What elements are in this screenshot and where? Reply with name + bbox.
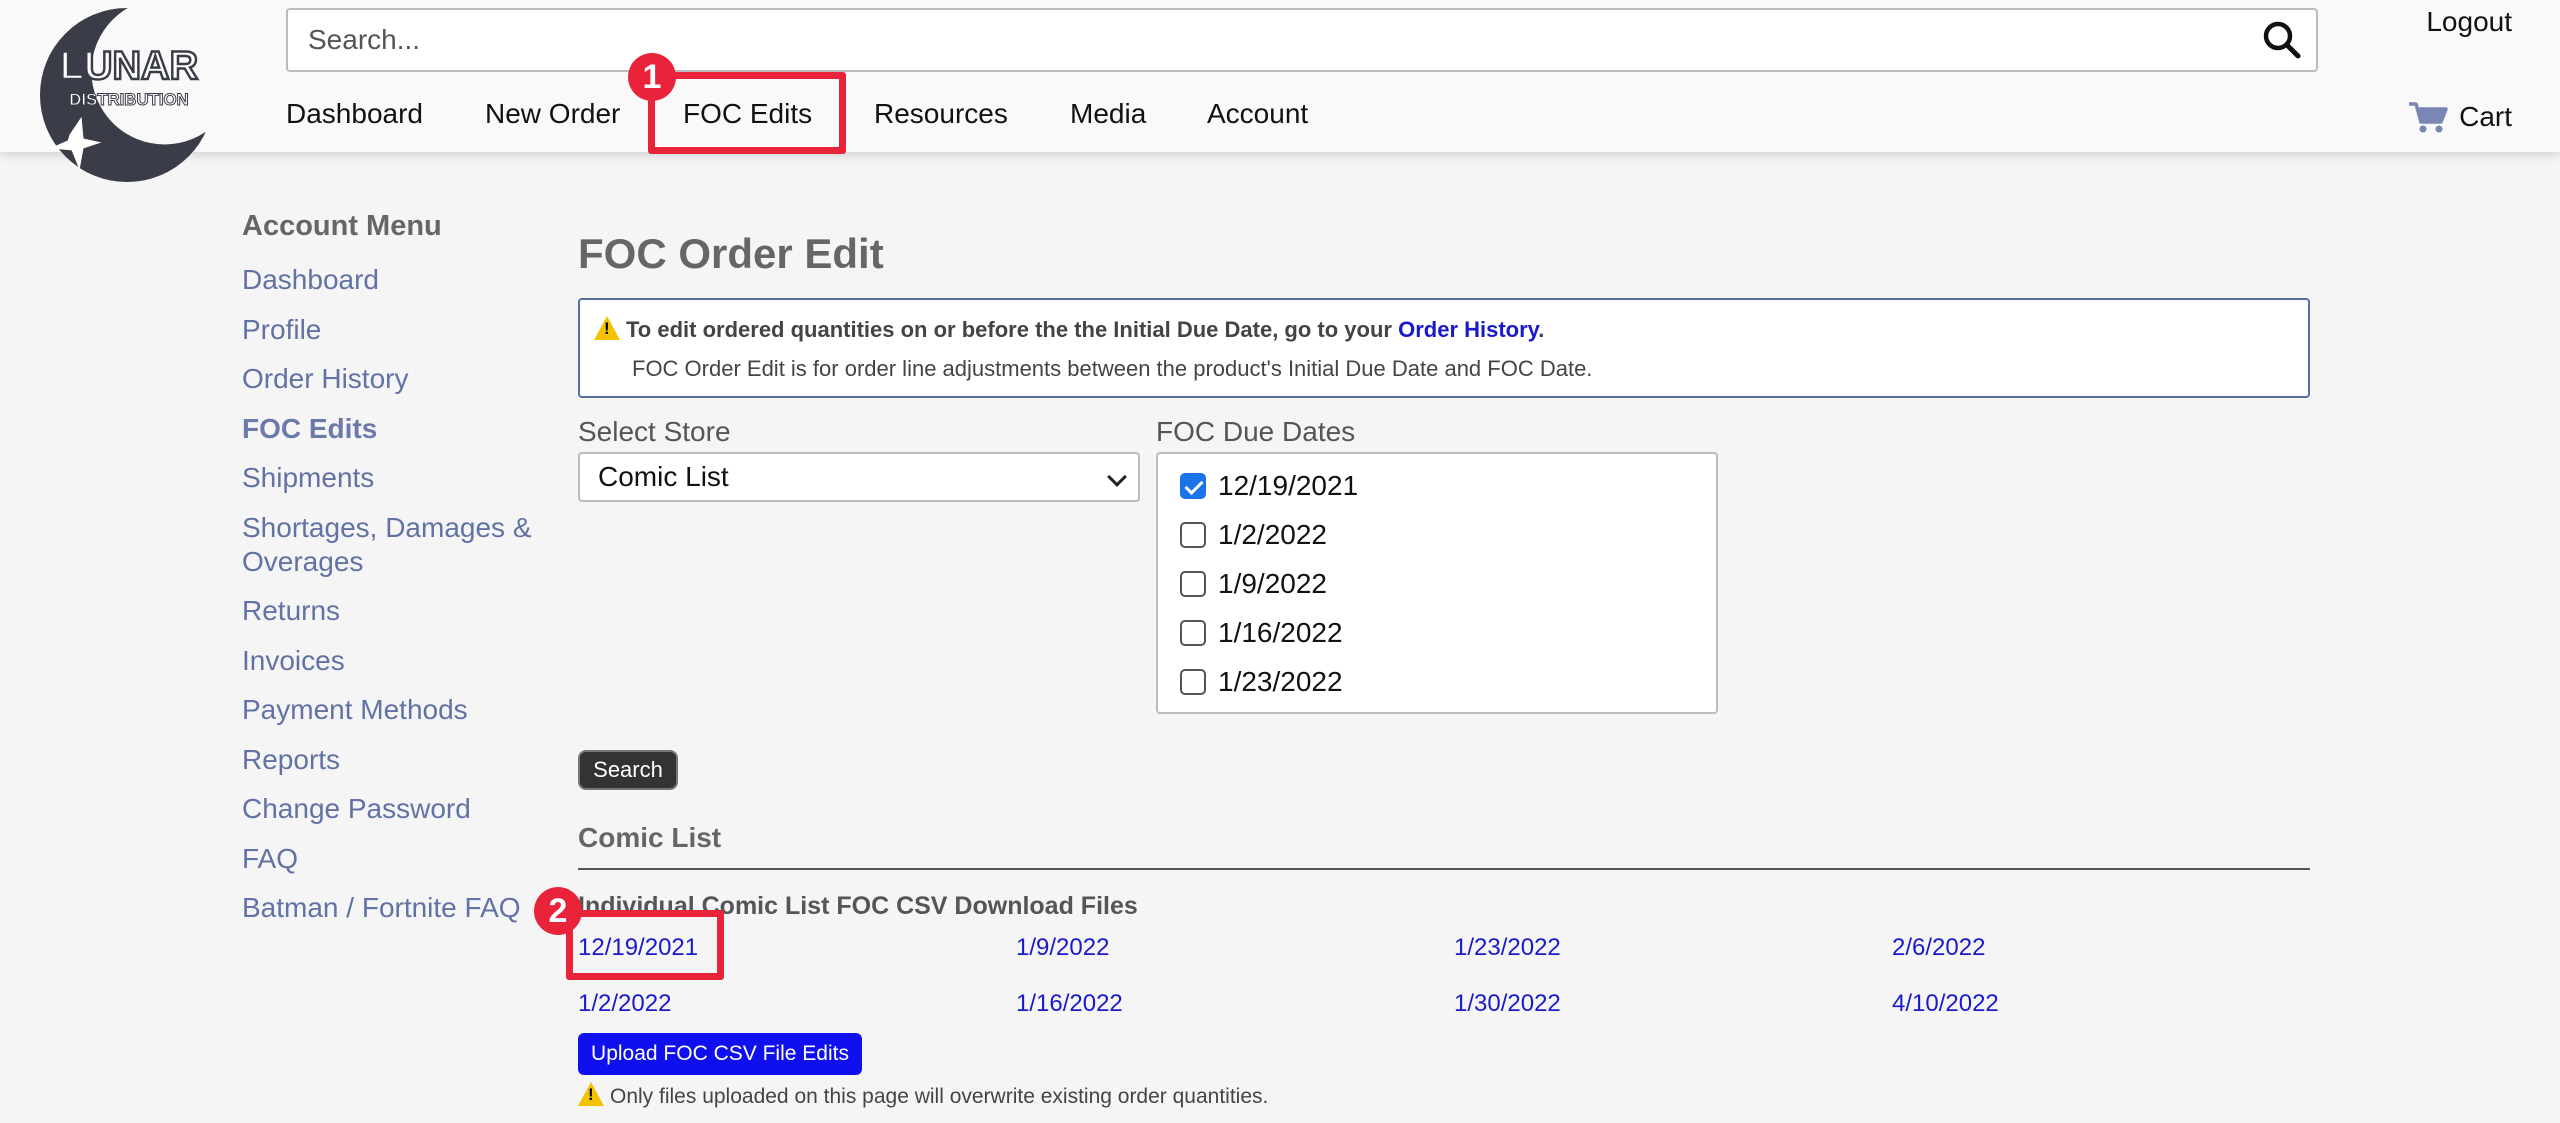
nav-media[interactable]: Media — [1070, 98, 1146, 130]
sidebar-item-profile[interactable]: Profile — [242, 313, 562, 347]
account-sidebar: Account Menu Dashboard Profile Order His… — [242, 210, 562, 941]
checkbox[interactable] — [1180, 571, 1206, 597]
annotation-highlight-download-link — [566, 910, 724, 980]
sidebar-item-shortages[interactable]: Shortages, Damages & Overages — [242, 511, 552, 579]
page-title: FOC Order Edit — [578, 230, 884, 277]
download-link[interactable]: 4/10/2022 — [1892, 990, 1999, 1018]
download-link[interactable]: 2/6/2022 — [1892, 934, 1985, 962]
search-bar — [286, 8, 2318, 72]
notice-text: To edit ordered quantities on or before … — [626, 317, 1399, 342]
sidebar-item-foc-edits[interactable]: FOC Edits — [242, 412, 562, 446]
section-title-comic-list: Comic List — [578, 822, 722, 853]
cart-link[interactable]: Cart — [2407, 100, 2512, 134]
warning-icon — [594, 316, 620, 340]
search-icon[interactable] — [2262, 20, 2302, 60]
sidebar-item-batman-fortnite-faq[interactable]: Batman / Fortnite FAQ — [242, 891, 562, 925]
checkbox[interactable] — [1180, 522, 1206, 548]
download-link[interactable]: 1/30/2022 — [1454, 990, 1561, 1018]
download-link[interactable]: 1/2/2022 — [578, 990, 671, 1018]
date-option[interactable]: 1/16/2022 — [1180, 617, 1343, 649]
sidebar-item-returns[interactable]: Returns — [242, 594, 562, 628]
nav-new-order[interactable]: New Order — [485, 98, 620, 130]
nav-resources[interactable]: Resources — [874, 98, 1008, 130]
cart-label: Cart — [2459, 101, 2512, 132]
date-option[interactable]: 1/9/2022 — [1180, 568, 1327, 600]
date-option-label: 12/19/2021 — [1218, 470, 1359, 501]
notice-line-1: To edit ordered quantities on or before … — [594, 316, 1544, 343]
date-option-label: 1/23/2022 — [1218, 666, 1343, 697]
chevron-down-icon — [1107, 467, 1127, 487]
notice-line-2: FOC Order Edit is for order line adjustm… — [632, 356, 1593, 381]
sidebar-item-reports[interactable]: Reports — [242, 743, 562, 777]
svg-text:LUNAR: LUNAR — [60, 44, 198, 88]
date-option[interactable]: 1/2/2022 — [1180, 519, 1327, 551]
divider — [578, 868, 2310, 870]
checkbox[interactable] — [1180, 620, 1206, 646]
top-header: LUNAR DISTRIBUTION Dashboard New Order F… — [0, 0, 2560, 183]
store-select-value: Comic List — [598, 461, 729, 492]
sidebar-item-order-history[interactable]: Order History — [242, 362, 562, 396]
annotation-highlight-foc-edits — [648, 72, 846, 154]
warning-icon — [578, 1082, 604, 1106]
search-button[interactable]: Search — [578, 750, 678, 790]
select-store-label: Select Store — [578, 416, 731, 447]
nav-dashboard[interactable]: Dashboard — [286, 98, 423, 130]
svg-text:DISTRIBUTION: DISTRIBUTION — [69, 90, 188, 109]
upload-note-text: Only files uploaded on this page will ov… — [610, 1085, 1269, 1108]
foc-due-dates-list[interactable]: 12/19/2021 1/2/2022 1/9/2022 1/16/2022 1… — [1156, 452, 1718, 714]
info-notice: To edit ordered quantities on or before … — [578, 298, 2310, 398]
annotation-badge-1: 1 — [628, 53, 676, 101]
download-link[interactable]: 1/9/2022 — [1016, 934, 1109, 962]
checkbox-checked[interactable] — [1180, 473, 1206, 499]
sidebar-item-payment-methods[interactable]: Payment Methods — [242, 693, 562, 727]
date-option[interactable]: 1/23/2022 — [1180, 666, 1343, 698]
store-select[interactable]: Comic List — [578, 452, 1140, 502]
checkbox[interactable] — [1180, 669, 1206, 695]
sidebar-item-faq[interactable]: FAQ — [242, 842, 562, 876]
order-history-link[interactable]: Order History — [1398, 317, 1538, 342]
date-option-label: 1/2/2022 — [1218, 519, 1327, 550]
annotation-badge-2: 2 — [534, 887, 582, 935]
foc-due-dates-label: FOC Due Dates — [1156, 416, 1356, 447]
date-option-label: 1/9/2022 — [1218, 568, 1327, 599]
date-option-label: 1/16/2022 — [1218, 617, 1343, 648]
notice-period: . — [1538, 317, 1545, 342]
cart-icon — [2409, 102, 2448, 133]
sidebar-item-change-password[interactable]: Change Password — [242, 792, 562, 826]
nav-account[interactable]: Account — [1207, 98, 1308, 130]
download-link[interactable]: 1/16/2022 — [1016, 990, 1123, 1018]
upload-note: Only files uploaded on this page will ov… — [578, 1082, 1268, 1109]
lunar-distribution-logo[interactable]: LUNAR DISTRIBUTION — [38, 6, 216, 184]
search-input[interactable] — [308, 10, 2238, 70]
logout-link[interactable]: Logout — [2426, 6, 2512, 38]
sidebar-item-dashboard[interactable]: Dashboard — [242, 263, 562, 297]
date-option[interactable]: 12/19/2021 — [1180, 470, 1358, 502]
upload-foc-csv-button[interactable]: Upload FOC CSV File Edits — [578, 1033, 862, 1075]
sidebar-item-shipments[interactable]: Shipments — [242, 461, 562, 495]
main-content: FOC Order Edit To edit ordered quantitie… — [578, 230, 2310, 1108]
sidebar-title: Account Menu — [242, 210, 442, 242]
sidebar-item-invoices[interactable]: Invoices — [242, 644, 562, 678]
download-link[interactable]: 1/23/2022 — [1454, 934, 1561, 962]
